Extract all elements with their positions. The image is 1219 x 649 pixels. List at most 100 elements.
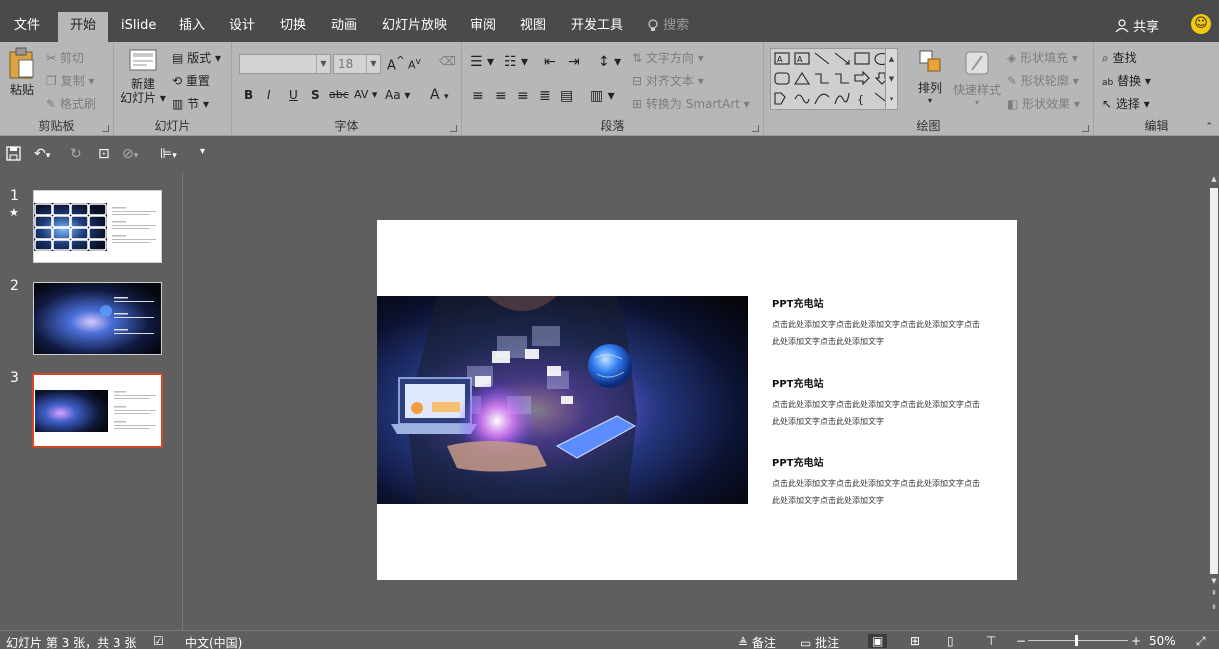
font-color-button[interactable]: A ▾ bbox=[430, 87, 449, 103]
strikethrough-button[interactable]: abc bbox=[329, 88, 349, 101]
cut-button[interactable]: ✂ 剪切 bbox=[46, 49, 84, 66]
slide-thumbnail-1[interactable] bbox=[33, 190, 162, 263]
arrange-button[interactable]: 排列 ▾ bbox=[914, 48, 946, 105]
font-name-combobox[interactable]: ▼ bbox=[239, 54, 331, 74]
grow-font-button[interactable]: A^ bbox=[387, 54, 405, 73]
find-button[interactable]: ⌕ 查找 bbox=[1102, 49, 1137, 66]
justify-icon[interactable]: ≣ bbox=[539, 88, 551, 104]
clipboard-launcher-icon[interactable] bbox=[102, 125, 109, 132]
tab-view[interactable]: 视图 bbox=[520, 12, 546, 40]
align-left-icon[interactable]: ≡ bbox=[472, 88, 484, 104]
customize-toolbar-icon[interactable]: ▾ bbox=[200, 146, 205, 157]
feedback-smiley-icon[interactable]: ☺ bbox=[1191, 14, 1211, 34]
distributed-icon[interactable]: ▤ bbox=[560, 88, 573, 104]
section-2-body[interactable]: 点击此处添加文字点击此处添加文字点击此处添加文字点击此处添加文字点击此处添加文字 bbox=[772, 396, 987, 430]
convert-smartart-button[interactable]: ⊞ 转换为 SmartArt ▾ bbox=[632, 95, 750, 112]
italic-button[interactable]: I bbox=[267, 88, 271, 102]
underline-button[interactable]: U bbox=[289, 88, 298, 102]
next-slide-icon[interactable]: ⇟ bbox=[1209, 602, 1219, 612]
clear-format-icon[interactable]: ⌫ bbox=[439, 54, 456, 68]
reading-view-icon[interactable]: ▯ bbox=[947, 634, 954, 648]
drawing-launcher-icon[interactable] bbox=[1082, 125, 1089, 132]
fit-to-window-icon[interactable]: ⤢ bbox=[1196, 634, 1206, 649]
select-button[interactable]: ↖ 选择 ▾ bbox=[1102, 95, 1150, 112]
text-direction-button[interactable]: ⇅ 文字方向 ▾ bbox=[632, 49, 704, 66]
previous-slide-icon[interactable]: ⇞ bbox=[1209, 588, 1219, 598]
tab-design[interactable]: 设计 bbox=[229, 12, 255, 40]
font-launcher-icon[interactable] bbox=[450, 125, 457, 132]
section-1-body[interactable]: 点击此处添加文字点击此处添加文字点击此处添加文字点击此处添加文字点击此处添加文字 bbox=[772, 316, 987, 350]
slide-canvas[interactable]: PPT充电站 点击此处添加文字点击此处添加文字点击此处添加文字点击此处添加文字点… bbox=[377, 220, 1017, 580]
gallery-scroll[interactable]: ▲ ▼ ▾ bbox=[885, 49, 897, 109]
new-slide-button[interactable]: 新建 幻灯片 ▾ bbox=[119, 48, 167, 105]
tab-transitions[interactable]: 切换 bbox=[280, 12, 306, 40]
tab-animations[interactable]: 动画 bbox=[331, 12, 357, 40]
bold-button[interactable]: B bbox=[244, 88, 253, 102]
slide-thumbnail-3[interactable] bbox=[32, 373, 163, 448]
spelling-check-icon[interactable]: ☑ bbox=[153, 634, 164, 648]
notes-button[interactable]: ≜ 备注 bbox=[738, 634, 776, 649]
shape-fill-button[interactable]: ◈ 形状填充 ▾ bbox=[1007, 49, 1078, 66]
paragraph-launcher-icon[interactable] bbox=[752, 125, 759, 132]
comments-button[interactable]: ▭ 批注 bbox=[800, 634, 839, 649]
section-2-title[interactable]: PPT充电站 bbox=[772, 375, 823, 390]
shapes-gallery[interactable]: A A {▲ ▼ ▾ bbox=[770, 48, 898, 110]
scroll-up-icon[interactable]: ▲ bbox=[1209, 174, 1219, 184]
replace-button[interactable]: ab 替换 ▾ bbox=[1102, 72, 1151, 89]
format-painter-button[interactable]: ✎ 格式刷 bbox=[46, 95, 96, 112]
tell-me-search[interactable]: 搜索 bbox=[647, 12, 689, 40]
shape-outline-button[interactable]: ✎ 形状轮廓 ▾ bbox=[1007, 72, 1079, 89]
zoom-slider-thumb[interactable] bbox=[1075, 635, 1078, 646]
slide-thumbnail-2[interactable] bbox=[33, 282, 162, 355]
section-3-title[interactable]: PPT充电站 bbox=[772, 454, 823, 469]
tab-slideshow[interactable]: 幻灯片放映 bbox=[382, 12, 447, 40]
shape-merge-icon[interactable]: ⊘▾ bbox=[122, 146, 138, 162]
layout-button[interactable]: ▤ 版式 ▾ bbox=[172, 49, 221, 66]
tab-home[interactable]: 开始 bbox=[58, 12, 109, 42]
shadow-button[interactable]: S bbox=[311, 88, 320, 102]
shape-effects-button[interactable]: ◧ 形状效果 ▾ bbox=[1007, 95, 1080, 112]
tab-file[interactable]: 文件 bbox=[14, 12, 40, 40]
scrollbar-thumb[interactable] bbox=[1210, 188, 1218, 574]
slideshow-view-icon[interactable]: ⊤ bbox=[986, 634, 996, 648]
slide-technology-photo[interactable] bbox=[377, 296, 748, 504]
reset-button[interactable]: ⟲ 重置 bbox=[172, 72, 210, 89]
share-button[interactable]: 共享 bbox=[1115, 16, 1159, 35]
start-slideshow-icon[interactable]: ⊡ bbox=[98, 146, 110, 162]
character-spacing-button[interactable]: AV ▾ bbox=[354, 88, 377, 101]
paste-button[interactable]: 粘贴 bbox=[6, 46, 38, 98]
bullets-button[interactable]: ☰ ▾ bbox=[470, 54, 494, 70]
zoom-level[interactable]: 50% bbox=[1149, 634, 1176, 648]
font-size-combobox[interactable]: 18 ▼ bbox=[333, 54, 381, 74]
tab-islide[interactable]: iSlide bbox=[121, 12, 156, 40]
scroll-down-icon[interactable]: ▼ bbox=[1209, 576, 1219, 586]
shrink-font-button[interactable]: Av bbox=[408, 56, 421, 72]
zoom-slider-track[interactable] bbox=[1028, 640, 1128, 641]
increase-indent-icon[interactable]: ⇥ bbox=[568, 54, 580, 70]
align-right-icon[interactable]: ≡ bbox=[517, 88, 529, 104]
undo-icon[interactable]: ↶▾ bbox=[34, 146, 50, 162]
copy-button[interactable]: ❐ 复制 ▾ bbox=[46, 72, 94, 89]
columns-button[interactable]: ▥ ▾ bbox=[590, 88, 615, 104]
quick-styles-button[interactable]: 快速样式 ▾ bbox=[952, 48, 1002, 107]
tab-review[interactable]: 审阅 bbox=[470, 12, 496, 40]
align-objects-icon[interactable]: ⊫▾ bbox=[160, 146, 177, 162]
change-case-button[interactable]: Aa ▾ bbox=[385, 88, 410, 102]
zoom-in-icon[interactable]: + bbox=[1131, 634, 1141, 648]
save-icon[interactable] bbox=[6, 146, 21, 165]
slide-sorter-icon[interactable]: ⊞ bbox=[910, 634, 920, 648]
section-button[interactable]: ▥ 节 ▾ bbox=[172, 95, 209, 112]
normal-view-icon[interactable]: ▣ bbox=[868, 634, 888, 648]
language-status[interactable]: 中文(中国) bbox=[185, 634, 242, 649]
zoom-out-icon[interactable]: − bbox=[1016, 634, 1026, 648]
tab-insert[interactable]: 插入 bbox=[179, 12, 205, 40]
vertical-scrollbar[interactable]: ▲ ▼ ⇞ ⇟ bbox=[1209, 172, 1219, 630]
collapse-ribbon-icon[interactable]: ⌃ bbox=[1205, 122, 1213, 132]
line-spacing-button[interactable]: ↕ ▾ bbox=[598, 54, 621, 70]
section-1-title[interactable]: PPT充电站 bbox=[772, 295, 823, 310]
redo-icon[interactable]: ↻ bbox=[70, 146, 82, 162]
numbering-button[interactable]: ☷ ▾ bbox=[504, 54, 528, 70]
decrease-indent-icon[interactable]: ⇤ bbox=[544, 54, 556, 70]
section-3-body[interactable]: 点击此处添加文字点击此处添加文字点击此处添加文字点击此处添加文字点击此处添加文字 bbox=[772, 475, 987, 509]
align-center-icon[interactable]: ≡ bbox=[495, 88, 507, 104]
